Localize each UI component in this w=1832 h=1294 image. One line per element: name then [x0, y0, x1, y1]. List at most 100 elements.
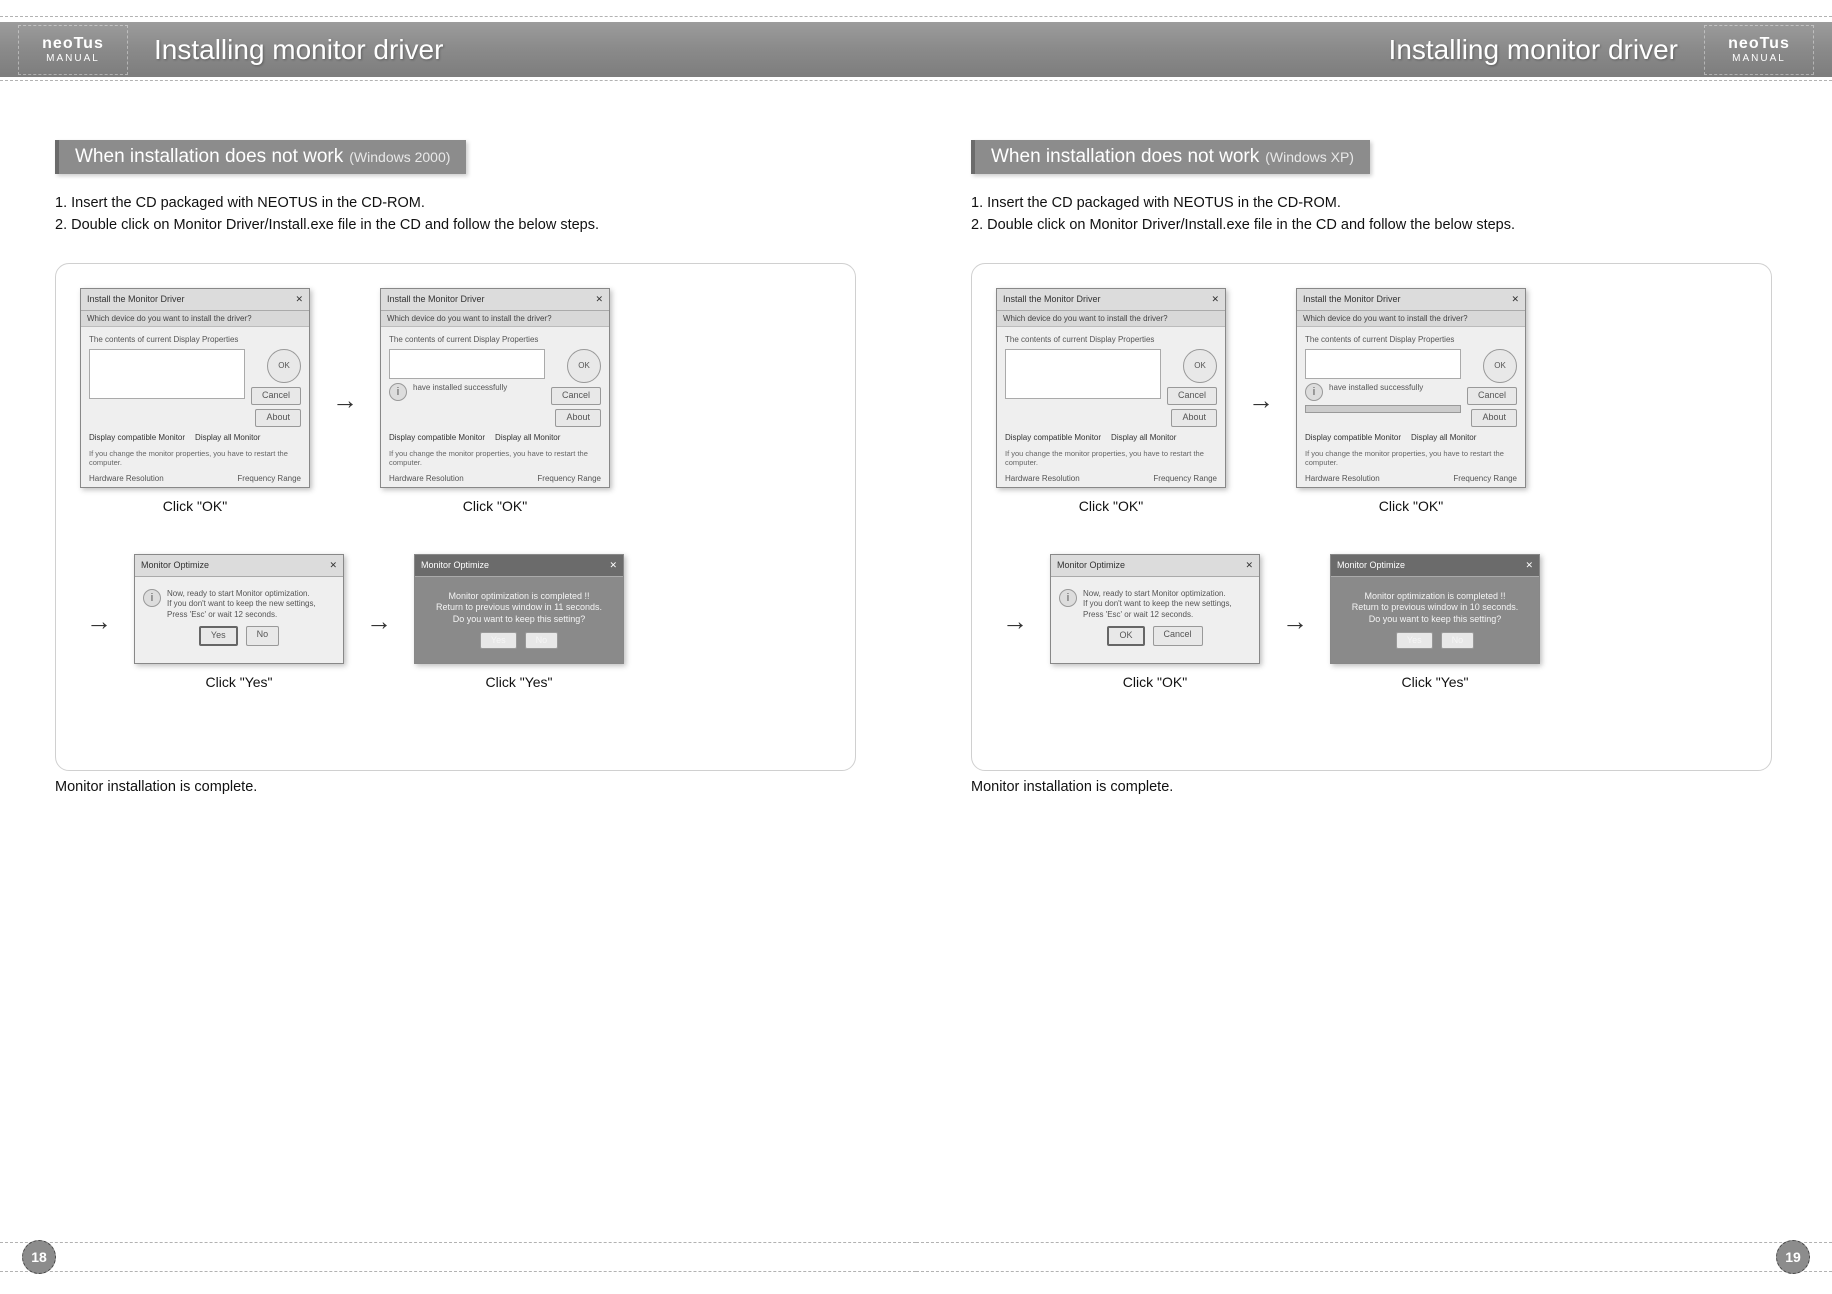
page-body: When installation does not work (Windows…	[0, 100, 1832, 795]
cancel-button[interactable]: Cancel	[1167, 387, 1217, 405]
cancel-button[interactable]: Cancel	[551, 387, 601, 405]
close-icon: ✕	[1245, 560, 1253, 571]
device-list	[1305, 349, 1461, 379]
no-button[interactable]: No	[1441, 632, 1475, 650]
dialog-install-driver-2: Install the Monitor Driver✕ Which device…	[1296, 288, 1526, 488]
brand-name: neoTus	[42, 35, 104, 53]
section-main: When installation does not work	[991, 146, 1259, 168]
caption-d: Click "Yes"	[1402, 674, 1469, 690]
header-title-left: Installing monitor driver	[154, 34, 443, 66]
arrow-icon: →	[80, 606, 118, 637]
page-number-bar-right: 19	[916, 1242, 1832, 1272]
yes-button[interactable]: Yes	[1396, 632, 1433, 650]
yes-button[interactable]: Yes	[199, 626, 238, 646]
steps-left: 1. Insert the CD packaged with NEOTUS in…	[55, 192, 856, 237]
about-button[interactable]: About	[1471, 409, 1517, 427]
device-list	[89, 349, 245, 399]
row-1: Install the Monitor Driver✕ Which device…	[996, 288, 1747, 514]
dialog-optimize-done: Monitor Optimize✕ Monitor optimization i…	[414, 554, 624, 664]
page-right: When installation does not work (Windows…	[916, 100, 1832, 795]
close-icon: ✕	[295, 294, 303, 305]
step-2: 2. Double click on Monitor Driver/Instal…	[55, 214, 856, 236]
page-number-right: 19	[1776, 1240, 1810, 1274]
shot-a: Install the Monitor Driver ✕ Which devic…	[80, 288, 310, 514]
row-1: Install the Monitor Driver ✕ Which devic…	[80, 288, 831, 514]
section-sub: (Windows 2000)	[349, 149, 450, 165]
info-icon: i	[1305, 383, 1323, 401]
shot-b: Install the Monitor Driver✕ Which device…	[1296, 288, 1526, 514]
top-dashed-rule	[0, 16, 1832, 17]
arrow-icon: →	[326, 385, 364, 416]
device-list	[389, 349, 545, 379]
no-button[interactable]: No	[525, 632, 559, 650]
brand-sub: MANUAL	[1732, 53, 1786, 64]
cancel-button[interactable]: Cancel	[251, 387, 301, 405]
about-button[interactable]: About	[555, 409, 601, 427]
check-all: Display all Monitor	[195, 433, 260, 443]
dialog-confirm-optimize: Monitor Optimize✕ i Now, ready to start …	[1050, 554, 1260, 664]
step-2: 2. Double click on Monitor Driver/Instal…	[971, 214, 1772, 236]
row-2: → Monitor Optimize✕ i Now, ready to star…	[996, 554, 1747, 690]
fine-print: If you change the monitor properties, yo…	[89, 449, 301, 468]
check-compatible: Display compatible Monitor	[89, 433, 185, 443]
shot-a: Install the Monitor Driver✕ Which device…	[996, 288, 1226, 514]
footer-left: Monitor installation is complete.	[55, 779, 856, 795]
info-icon: i	[143, 589, 161, 607]
no-button[interactable]: No	[246, 626, 280, 646]
ok-button[interactable]: OK	[567, 349, 601, 383]
section-sub: (Windows XP)	[1265, 149, 1354, 165]
bottom-dashed-rule	[0, 80, 1832, 81]
header-title-right: Installing monitor driver	[1389, 34, 1678, 66]
shot-c: Monitor Optimize✕ i Now, ready to start …	[134, 554, 344, 690]
section-heading-wxp: When installation does not work (Windows…	[971, 140, 1370, 174]
caption-d: Click "Yes"	[486, 674, 553, 690]
about-button[interactable]: About	[255, 409, 301, 427]
row-2: → Monitor Optimize✕ i Now, ready to star…	[80, 554, 831, 690]
cancel-button[interactable]: Cancel	[1467, 387, 1517, 405]
freq-label: Frequency Range	[237, 474, 301, 484]
caption-c: Click "OK"	[1123, 674, 1187, 690]
screenshot-panel-right: Install the Monitor Driver✕ Which device…	[971, 263, 1772, 771]
header-left: neoTus MANUAL Installing monitor driver	[0, 25, 443, 75]
ok-button[interactable]: OK	[1483, 349, 1517, 383]
dialog-subtitle: Which device do you want to install the …	[81, 311, 309, 327]
hw-label: Hardware Resolution	[89, 474, 164, 484]
close-icon: ✕	[1511, 294, 1519, 305]
cancel-button[interactable]: Cancel	[1153, 626, 1203, 646]
close-icon: ✕	[1211, 294, 1219, 305]
caption-c: Click "Yes"	[206, 674, 273, 690]
info-icon: i	[1059, 589, 1077, 607]
dialog-title: Install the Monitor Driver	[87, 294, 185, 304]
ok-button[interactable]: OK	[1183, 349, 1217, 383]
close-icon: ✕	[595, 294, 603, 305]
caption-b: Click "OK"	[463, 498, 527, 514]
close-icon: ✕	[329, 560, 337, 571]
progress-bar	[1305, 405, 1461, 413]
yes-button[interactable]: Yes	[480, 632, 517, 650]
dialog-install-driver-1: Install the Monitor Driver✕ Which device…	[996, 288, 1226, 488]
shot-c: Monitor Optimize✕ i Now, ready to start …	[1050, 554, 1260, 690]
page-number-bar-left: 18	[0, 1242, 916, 1272]
close-icon: ✕	[609, 560, 617, 571]
header-band: neoTus MANUAL Installing monitor driver …	[0, 22, 1832, 77]
brand-logo-right: neoTus MANUAL	[1704, 25, 1814, 75]
screenshot-panel-left: Install the Monitor Driver ✕ Which devic…	[55, 263, 856, 771]
arrow-icon: →	[1276, 606, 1314, 637]
brand-sub: MANUAL	[46, 53, 100, 64]
page-number-left: 18	[22, 1240, 56, 1274]
dialog-install-driver-1: Install the Monitor Driver ✕ Which devic…	[80, 288, 310, 488]
page-left: When installation does not work (Windows…	[0, 100, 916, 795]
section-main: When installation does not work	[75, 146, 343, 168]
brand-logo-left: neoTus MANUAL	[18, 25, 128, 75]
section-heading-w2000: When installation does not work (Windows…	[55, 140, 466, 174]
device-list	[1005, 349, 1161, 399]
about-button[interactable]: About	[1171, 409, 1217, 427]
ok-button[interactable]: OK	[267, 349, 301, 383]
dialog-confirm-optimize: Monitor Optimize✕ i Now, ready to start …	[134, 554, 344, 664]
caption-b: Click "OK"	[1379, 498, 1443, 514]
shot-b: Install the Monitor Driver✕ Which device…	[380, 288, 610, 514]
brand-name: neoTus	[1728, 35, 1790, 53]
panel-label: The contents of current Display Properti…	[89, 335, 301, 345]
ok-button[interactable]: OK	[1107, 626, 1144, 646]
shot-d: Monitor Optimize✕ Monitor optimization i…	[1330, 554, 1540, 690]
